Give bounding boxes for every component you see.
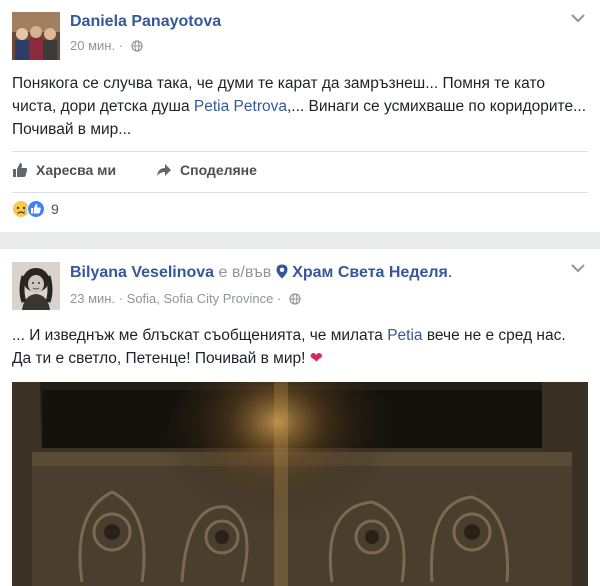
post-header-line: Bilyana Veselinova е в/във Храм Света Не… <box>70 264 452 282</box>
like-button[interactable]: Харесва ми <box>12 162 116 178</box>
place-end: . <box>447 264 453 281</box>
like-reaction-icon <box>27 200 45 218</box>
post-meta: 23 мин. · Sofia, Sofia City Province · <box>70 290 301 306</box>
like-label: Харесва ми <box>36 162 117 178</box>
author-name[interactable]: Bilyana Veselinova <box>70 264 214 281</box>
chevron-down-icon[interactable] <box>570 262 586 274</box>
share-button[interactable]: Споделяне <box>156 162 257 178</box>
mention-link[interactable]: Petia Petrova <box>194 98 287 115</box>
heart-icon: ❤ <box>309 350 323 367</box>
avatar[interactable] <box>12 262 60 310</box>
globe-icon[interactable] <box>131 39 143 52</box>
avatar-photo <box>12 262 60 310</box>
separator: · <box>276 291 282 307</box>
chevron-down-icon[interactable] <box>570 12 586 24</box>
post-text: ... И изведнъж ме блъскат съобщенията, ч… <box>12 324 588 370</box>
location-link[interactable]: Sofia, Sofia City Province <box>127 291 274 306</box>
place-link[interactable]: Храм Света Неделя <box>292 264 448 281</box>
thumbs-up-icon <box>13 163 28 177</box>
post-card-1: Daniela Panayotova 20 мин. · Понякога се… <box>0 0 600 232</box>
reactions-summary[interactable]: 9 <box>12 200 59 218</box>
avatar[interactable] <box>12 12 60 60</box>
location-pin-icon <box>276 264 288 279</box>
author-name[interactable]: Daniela Panayotova <box>70 13 221 31</box>
separator: · <box>118 38 124 54</box>
globe-icon[interactable] <box>289 292 301 305</box>
timestamp[interactable]: 23 мин. <box>70 291 115 306</box>
separator: · <box>118 291 124 307</box>
post-photo[interactable] <box>12 382 588 586</box>
share-label: Споделяне <box>180 162 257 178</box>
post-meta: 20 мин. · <box>70 37 143 53</box>
reaction-count: 9 <box>51 201 59 217</box>
church-carving-photo <box>12 382 588 586</box>
post-text: Понякога се случва така, че думи те кара… <box>12 72 588 141</box>
share-arrow-icon <box>157 164 171 176</box>
action-bar: Харесва ми Споделяне <box>12 151 588 193</box>
avatar-photo <box>12 12 60 60</box>
post-text-part: ... И изведнъж ме блъскат съобщенията, ч… <box>12 327 388 344</box>
timestamp[interactable]: 20 мин. <box>70 38 115 53</box>
mention-link[interactable]: Petia <box>387 327 422 344</box>
checkin-text: е в/във <box>218 264 272 281</box>
